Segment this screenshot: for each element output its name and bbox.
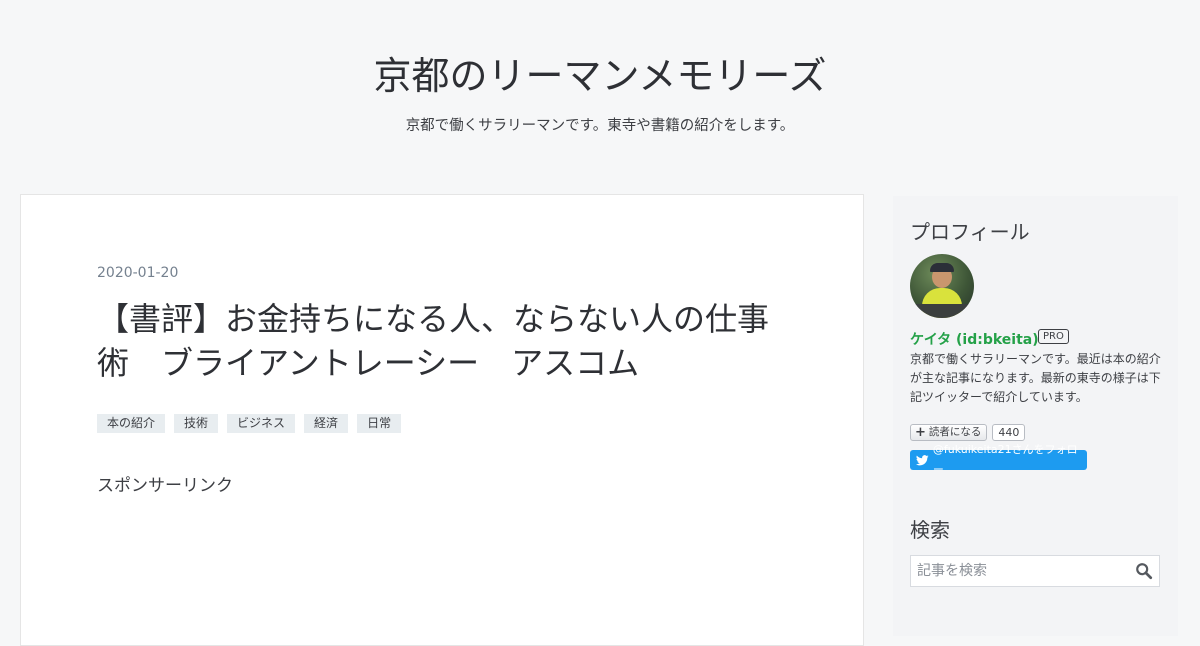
subscribe-label: 読者になる <box>928 426 982 438</box>
search-form <box>910 555 1160 587</box>
profile-name-link[interactable]: ケイタ (id:bkeita) <box>910 329 1039 349</box>
twitter-follow-button[interactable]: @fukuikeita21さんをフォロー <box>910 443 1087 476</box>
subscribe-button[interactable]: + 読者になる <box>910 424 988 441</box>
sponsor-label: スポンサーリンク <box>97 476 233 496</box>
search-heading: 検索 <box>910 518 950 542</box>
profile-description: 京都で働くサラリーマンです。最近は本の紹介が主な記事になります。最新の東寺の様子… <box>910 352 1161 404</box>
blog-title[interactable]: 京都のリーマンメモリーズ <box>0 50 1200 102</box>
pro-badge[interactable]: PRO <box>1038 329 1069 344</box>
category-tag-daily[interactable]: 日常 <box>357 414 402 433</box>
search-icon[interactable] <box>1135 562 1153 580</box>
entry-categories: 本の紹介 技術 ビジネス 経済 日常 <box>97 414 402 433</box>
site-header: 京都のリーマンメモリーズ 京都で働くサラリーマンです。東寺や書籍の紹介をします。 <box>0 0 1200 195</box>
category-tag-technology[interactable]: 技術 <box>174 414 219 433</box>
category-tag-economy[interactable]: 経済 <box>304 414 349 433</box>
avatar-cap-shape <box>930 263 954 272</box>
plus-icon: + <box>915 425 926 440</box>
entry-title[interactable]: 【書評】お金持ちになる人、ならない人の仕事術 ブライアントレーシー アスコム <box>97 297 797 385</box>
category-tag-business[interactable]: ビジネス <box>227 414 296 433</box>
article-card: 2020-01-20 【書評】お金持ちになる人、ならない人の仕事術 ブライアント… <box>20 194 864 646</box>
avatar-table-shape <box>910 304 974 318</box>
profile-heading: プロフィール <box>910 220 1030 244</box>
twitter-follow-label: @fukuikeita21さんをフォロー <box>932 443 1078 476</box>
search-input[interactable] <box>911 556 1137 586</box>
category-tag-book-intro[interactable]: 本の紹介 <box>97 414 166 433</box>
sidebar: プロフィール ケイタ (id:bkeita) PRO 京都で働くサラリーマンです… <box>893 196 1178 636</box>
avatar[interactable] <box>910 254 974 318</box>
subscriber-count: 440 <box>992 424 1026 441</box>
twitter-bird-icon <box>916 454 929 465</box>
subscribe-widget: + 読者になる 440 <box>910 424 1026 441</box>
entry-date[interactable]: 2020-01-20 <box>97 265 178 281</box>
blog-description: 京都で働くサラリーマンです。東寺や書籍の紹介をします。 <box>405 118 795 134</box>
